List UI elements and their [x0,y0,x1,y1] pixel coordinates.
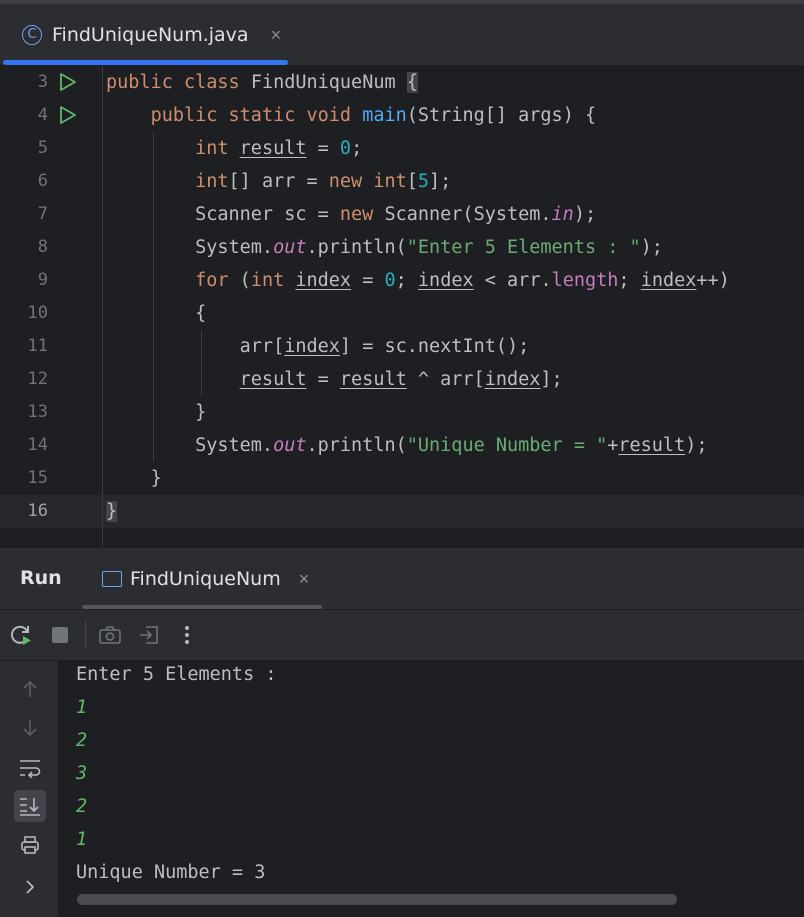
code-line-15: } [150,468,162,489]
horizontal-scrollbar[interactable] [77,894,677,905]
line-number: 6 [37,171,48,191]
code-line-8: System.out.println("Enter 5 Elements : "… [195,237,663,258]
run-panel-header: Run FindUniqueNum × [0,547,804,609]
code-line-16: } [106,501,118,522]
line-number: 15 [27,468,48,488]
toolbar-separator [85,620,86,650]
active-tab-indicator [3,60,288,65]
code-editor[interactable]: 3 4 5 6 7 8 9 10 11 12 13 14 15 16 public class FindU… [0,66,804,547]
line-number: 14 [27,435,48,455]
code-line-10: { [195,303,207,324]
console-input-line: 1 [76,829,88,850]
line-number: 9 [37,270,48,290]
line-number: 7 [37,204,48,224]
stop-icon[interactable] [47,622,73,648]
line-number: 16 [27,501,48,521]
exit-icon[interactable] [136,622,162,648]
run-tab-label: FindUniqueNum [130,568,281,590]
code-line-4: public static void main(String[] args) { [150,105,597,126]
gutter-divider [102,66,103,547]
line-number: 11 [27,336,48,356]
up-arrow-icon[interactable] [14,673,46,705]
code-line-12: result = result ^ arr[index]; [239,369,563,390]
expand-icon[interactable] [14,871,46,903]
code-line-5: int result = 0; [195,138,363,159]
run-gutter-icon[interactable] [57,105,77,125]
editor-tab-bar: C FindUniqueNum.java × [0,4,804,66]
tab-find-unique-num-java[interactable]: C FindUniqueNum.java × [0,4,288,66]
console-input-line: 2 [76,730,88,751]
line-gutter: 3 4 5 6 7 8 9 10 11 12 13 14 15 16 [0,66,102,547]
tab-label: FindUniqueNum.java [52,24,249,46]
line-number: 4 [37,105,48,125]
line-number: 8 [37,237,48,257]
console-input-line: 1 [76,697,88,718]
console-output-line: Enter 5 Elements : [76,664,277,685]
code-line-14: System.out.println("Unique Number = "+re… [195,435,708,456]
console-output-line: Unique Number = 3 [76,862,266,883]
line-number: 13 [27,402,48,422]
run-panel-title: Run [20,567,62,589]
print-icon[interactable] [14,829,46,861]
class-icon: C [22,25,42,45]
code-line-7: Scanner sc = new Scanner(System.in); [195,204,597,225]
line-number: 10 [27,303,48,323]
run-tab-find-unique-num[interactable]: FindUniqueNum × [82,548,322,610]
close-icon[interactable]: × [299,569,310,590]
screenshot-icon[interactable] [97,622,123,648]
current-line-highlight [0,495,804,528]
console-input-line: 3 [76,763,88,784]
close-icon[interactable]: × [271,25,282,46]
console-output[interactable]: Enter 5 Elements : 1 2 3 2 1 Unique Number = 3 [60,661,804,917]
console-input-line: 2 [76,796,88,817]
down-arrow-icon[interactable] [14,712,46,744]
rerun-icon[interactable] [8,622,34,648]
console-icon [102,571,122,587]
line-number: 12 [27,369,48,389]
line-number: 3 [37,72,48,92]
run-gutter-icon[interactable] [57,72,77,92]
run-toolbar [0,609,804,661]
scroll-to-end-icon[interactable] [14,790,46,822]
line-number: 5 [37,138,48,158]
code-line-6: int[] arr = new int[5]; [195,171,452,192]
code-line-13: } [195,402,207,423]
code-line-9: for (int index = 0; index < arr.length; … [195,270,730,291]
code-line-3: public class FindUniqueNum { [106,72,418,93]
more-icon[interactable] [174,622,200,648]
console-side-toolbar [0,661,59,917]
soft-wrap-icon[interactable] [14,752,46,784]
code-line-11: arr[index] = sc.nextInt(); [239,336,530,357]
